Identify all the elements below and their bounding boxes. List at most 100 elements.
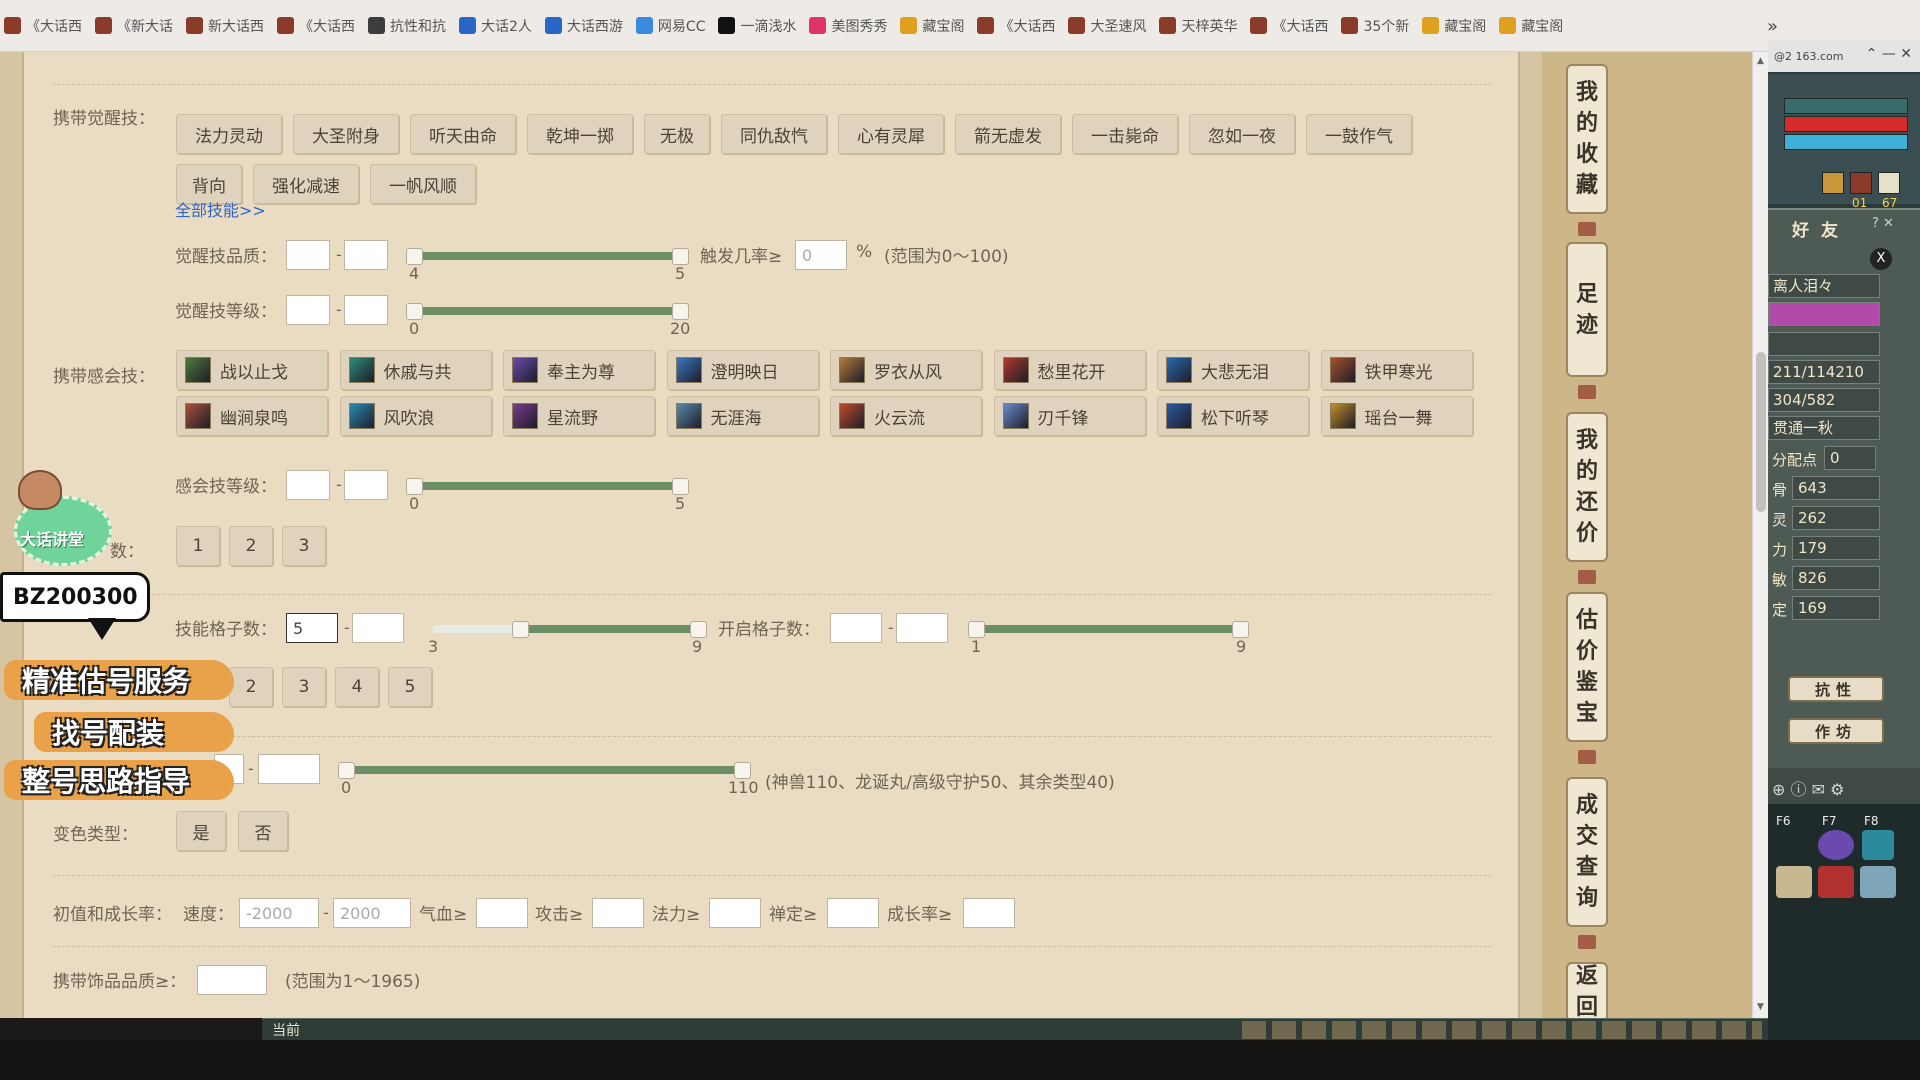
open-slot-slider[interactable] xyxy=(976,625,1242,633)
sense-skill-option[interactable]: 休戚与共 xyxy=(339,350,492,390)
bookmark-item[interactable]: 《新大话 xyxy=(95,16,173,36)
sense-skill-option[interactable]: 星流野 xyxy=(503,396,655,436)
sense-level-slider[interactable] xyxy=(410,482,680,490)
accessory-quality-input[interactable] xyxy=(197,965,267,995)
sense-skill-option[interactable]: 松下听琴 xyxy=(1157,396,1309,436)
open-slot-max-input[interactable] xyxy=(896,613,948,643)
awaken-level-slider[interactable] xyxy=(410,307,680,315)
sense-skill-option[interactable]: 战以止戈 xyxy=(176,350,328,390)
f7-key[interactable]: F7 xyxy=(1822,814,1837,828)
range-slider-min-handle[interactable] xyxy=(338,762,355,779)
buff-icon[interactable] xyxy=(1850,172,1872,194)
workshop-button[interactable]: 作坊 xyxy=(1788,718,1884,744)
growth-input[interactable] xyxy=(963,898,1015,928)
sense-skill-option[interactable]: 铁甲寒光 xyxy=(1320,350,1473,390)
bookmark-item[interactable]: 《大话西 xyxy=(4,16,82,36)
bookmark-item[interactable]: 35个新 xyxy=(1341,16,1409,36)
side-nav-item[interactable]: 估价鉴宝 xyxy=(1566,592,1608,742)
bookmark-item[interactable]: 大话2人 xyxy=(459,16,532,36)
resist-button[interactable]: 抗性 xyxy=(1788,676,1884,702)
bookmark-item[interactable]: 藏宝阁 xyxy=(1422,16,1486,36)
awaken-skill-option[interactable]: 一击毙命 xyxy=(1072,114,1178,154)
scrollbar-thumb[interactable] xyxy=(1756,352,1766,512)
sense-skill-option[interactable]: 火云流 xyxy=(830,396,982,436)
awaken-skill-option[interactable]: 一鼓作气 xyxy=(1306,114,1412,154)
side-nav-item[interactable]: 足迹 xyxy=(1566,242,1608,377)
awaken-quality-slider[interactable] xyxy=(410,252,680,260)
side-nav-item[interactable]: 成交查询 xyxy=(1566,777,1608,927)
awaken-skill-option[interactable]: 箭无虚发 xyxy=(955,114,1061,154)
buff-icon[interactable] xyxy=(1822,172,1844,194)
bookmark-item[interactable]: 藏宝阁 xyxy=(900,16,964,36)
awaken-level-slider-max-handle[interactable] xyxy=(672,303,689,320)
mana-input[interactable] xyxy=(709,898,761,928)
skill-slot-max-input[interactable] xyxy=(352,613,404,643)
skill-slot-slider-max-handle[interactable] xyxy=(690,621,707,638)
side-nav-item[interactable]: 我的还价 xyxy=(1566,412,1608,562)
awaken-level-max-input[interactable] xyxy=(344,295,388,325)
buff-icon[interactable] xyxy=(1878,172,1900,194)
hp-input[interactable] xyxy=(476,898,528,928)
skill-slot-min-input[interactable]: 5 xyxy=(286,613,338,643)
sense-skill-option[interactable]: 澄明映日 xyxy=(666,350,819,390)
attack-input[interactable] xyxy=(592,898,644,928)
guild-icon[interactable] xyxy=(1818,866,1854,898)
awaken-skill-option[interactable]: 同仇敌忾 xyxy=(721,114,827,154)
bookmark-item[interactable]: 藏宝阁 xyxy=(1499,16,1563,36)
bookmark-item[interactable]: 《大话西 xyxy=(977,16,1055,36)
help-icon[interactable]: ? ✕ xyxy=(1872,216,1894,231)
awaken-skill-option[interactable]: 乾坤一掷 xyxy=(527,114,633,154)
sense-level-slider-max-handle[interactable] xyxy=(672,478,689,495)
sense-skill-option[interactable]: 刃千锋 xyxy=(993,396,1146,436)
speed-min-input[interactable]: -2000 xyxy=(239,898,319,928)
count-option[interactable]: 3 xyxy=(282,526,326,566)
sense-skill-option[interactable]: 大悲无泪 xyxy=(1157,350,1309,390)
number-option[interactable]: 5 xyxy=(388,667,432,707)
bookmark-item[interactable]: 大话西游 xyxy=(544,16,623,36)
open-slot-min-input[interactable] xyxy=(830,613,882,643)
awaken-quality-slider-min-handle[interactable] xyxy=(406,248,423,265)
awaken-skill-option[interactable]: 听天由命 xyxy=(410,114,516,154)
sense-skill-option[interactable]: 奉主为尊 xyxy=(503,350,655,390)
bookmark-item[interactable]: 一滴浅水 xyxy=(718,16,796,36)
awaken-skill-option[interactable]: 强化减速 xyxy=(253,164,359,204)
scroll-up-icon[interactable]: ▲ xyxy=(1757,56,1764,66)
all-skills-link[interactable]: 全部技能>> xyxy=(175,197,266,221)
bookmark-item[interactable]: 大圣速风 xyxy=(1068,16,1146,36)
f6-key[interactable]: F6 xyxy=(1776,814,1791,828)
bookmark-item[interactable]: 《大话西 xyxy=(277,16,355,36)
skill-icon[interactable] xyxy=(1818,830,1854,860)
bookmark-item[interactable]: 《大话西 xyxy=(1250,16,1328,36)
page-scrollbar[interactable]: ▲ ▼ xyxy=(1752,52,1768,1018)
awaken-skill-option[interactable]: 心有灵犀 xyxy=(838,114,944,154)
f8-key[interactable]: F8 xyxy=(1864,814,1879,828)
awaken-skill-option[interactable]: 法力灵动 xyxy=(176,114,282,154)
bookmarks-more-icon[interactable]: » xyxy=(1767,16,1778,37)
awaken-level-slider-min-handle[interactable] xyxy=(406,303,423,320)
awaken-quality-max-input[interactable] xyxy=(344,240,388,270)
game-window-controls-icon[interactable]: ⌃ — ✕ xyxy=(1866,46,1912,62)
bookmark-item[interactable]: 抗性和抗 xyxy=(368,16,446,36)
sense-skill-option[interactable]: 瑶台一舞 xyxy=(1320,396,1473,436)
trigger-rate-input[interactable]: 0 xyxy=(795,240,847,270)
awaken-skill-option[interactable]: 无极 xyxy=(644,114,710,154)
number-option[interactable]: 4 xyxy=(335,667,379,707)
skill-slot-slider-min-handle[interactable] xyxy=(512,621,529,638)
sense-skill-option[interactable]: 罗衣从风 xyxy=(830,350,982,390)
skill-icon[interactable] xyxy=(1862,830,1894,860)
sense-skill-option[interactable]: 无涯海 xyxy=(666,396,819,436)
awaken-skill-option[interactable]: 大圣附身 xyxy=(293,114,399,154)
range-slider[interactable] xyxy=(346,766,742,774)
number-option[interactable]: 3 xyxy=(282,667,326,707)
bookmark-item[interactable]: 美图秀秀 xyxy=(809,16,887,36)
open-slot-slider-max-handle[interactable] xyxy=(1232,621,1249,638)
sense-level-slider-min-handle[interactable] xyxy=(406,478,423,495)
sense-level-max-input[interactable] xyxy=(344,470,388,500)
sense-level-min-input[interactable] xyxy=(286,470,330,500)
close-icon[interactable]: X xyxy=(1870,248,1892,270)
speed-max-input[interactable]: 2000 xyxy=(333,898,411,928)
system-icon[interactable] xyxy=(1860,866,1896,898)
hand-icon[interactable] xyxy=(1776,866,1812,898)
side-nav-item[interactable]: 返回 xyxy=(1566,962,1608,1018)
bookmark-item[interactable]: 新大话西 xyxy=(186,16,264,36)
